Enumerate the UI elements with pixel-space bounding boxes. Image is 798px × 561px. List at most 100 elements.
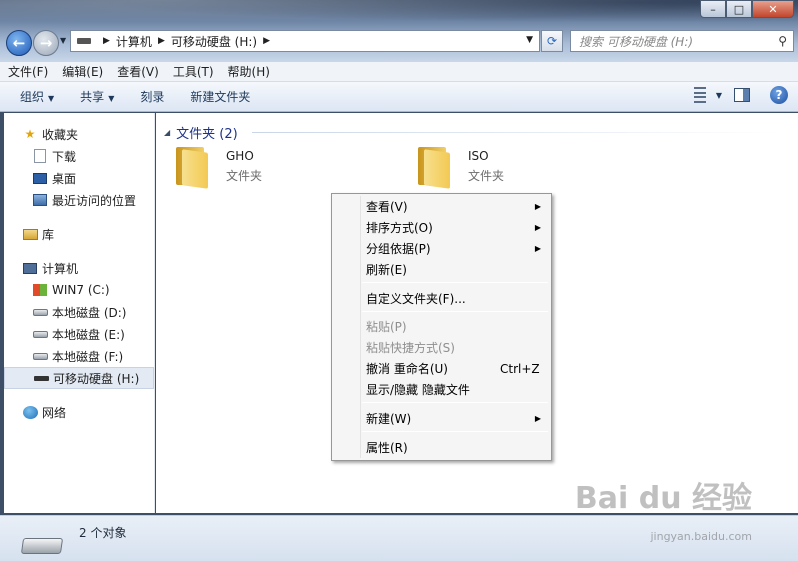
sidebar-item-drive-f[interactable]: 本地磁盘 (F:) [4,345,154,367]
close-button[interactable]: ✕ [752,0,794,18]
menu-help[interactable]: 帮助(H) [228,63,270,80]
menu-item-sort-by[interactable]: 排序方式(O) ▶ [334,217,549,238]
sidebar-item-favorites[interactable]: ★ 收藏夹 [4,123,154,145]
sidebar-item-libraries[interactable]: 库 [4,223,154,245]
menu-item-undo-rename[interactable]: 撤消 重命名(U) Ctrl+Z [334,358,549,379]
sidebar-item-label: 桌面 [52,171,77,186]
collapse-triangle-icon[interactable]: ◢ [164,128,170,137]
sidebar-item-label: 最近访问的位置 [52,193,137,208]
library-icon [22,227,38,241]
menu-item-customize-folder[interactable]: 自定义文件夹(F)... [334,288,549,309]
sidebar-item-desktop[interactable]: 桌面 [4,167,154,189]
context-menu: 查看(V) ▶ 排序方式(O) ▶ 分组依据(P) ▶ 刷新(E) 自定义文件夹(F)… [331,193,552,461]
folder-item-gho[interactable]: GHO 文件夹 [174,147,263,189]
sidebar-item-computer[interactable]: 计算机 [4,257,154,279]
sidebar-item-downloads[interactable]: 下载 [4,145,154,167]
sidebar-item-label: 本地磁盘 (F:) [52,349,124,364]
menu-item-new[interactable]: 新建(W) ▶ [334,408,549,429]
menu-item-paste: 粘贴(P) [366,320,407,334]
recent-places-icon [32,193,48,207]
shortcut-label: Ctrl+Z [500,361,540,376]
sidebar-item-label: 可移动硬盘 (H:) [53,371,140,386]
menu-edit[interactable]: 编辑(E) [62,63,103,80]
menu-separator [362,282,548,283]
submenu-arrow-icon: ▶ [534,223,541,232]
arrow-left-icon: ← [12,34,26,52]
organize-label: 组织 [20,90,45,104]
refresh-button[interactable]: ⟳ [541,30,563,52]
watermark-url: jingyan.baidu.com [650,530,752,543]
sidebar-item-drive-d[interactable]: 本地磁盘 (D:) [4,301,154,323]
folder-item-iso[interactable]: ISO 文件夹 [416,147,504,189]
menu-item-paste-shortcut: 粘贴快捷方式(S) [366,341,455,355]
sidebar-item-network[interactable]: 网络 [4,401,154,423]
new-folder-button[interactable]: 新建文件夹 [190,88,250,105]
submenu-arrow-icon: ▶ [534,414,541,423]
chevron-down-icon: ▼ [48,94,55,103]
sidebar-item-label: 本地磁盘 (D:) [52,305,127,320]
menu-item-view[interactable]: 查看(V) ▶ [334,196,549,217]
menu-item-label: 排序方式(O) [366,221,433,235]
desktop-icon [32,171,48,185]
menu-item-show-hidden[interactable]: 显示/隐藏 隐藏文件 [334,379,549,400]
view-dropdown-icon[interactable]: ▼ [716,91,722,100]
recent-pages-dropdown[interactable]: ▼ [60,36,66,45]
menu-separator [362,311,548,312]
breadcrumb-removable-drive[interactable]: 可移动硬盘 (H:) [171,33,257,50]
hard-drive-icon [32,349,48,363]
refresh-icon: ⟳ [546,34,558,48]
sidebar-item-drive-h[interactable]: 可移动硬盘 (H:) [4,367,154,389]
share-button[interactable]: 共享 ▼ [80,88,114,105]
sidebar-item-drive-e[interactable]: 本地磁盘 (E:) [4,323,154,345]
back-button[interactable]: ← [6,30,32,56]
search-icon[interactable]: ⚲ [778,34,787,48]
burn-button[interactable]: 刻录 [140,88,164,105]
breadcrumb-separator-icon[interactable]: ▶ [103,36,110,46]
arrow-right-icon: → [39,34,53,52]
window-controls: – □ ✕ [700,0,794,18]
sidebar-item-label: WIN7 (C:) [52,283,110,297]
breadcrumb-separator-icon[interactable]: ▶ [263,36,270,46]
share-label: 共享 [80,90,105,104]
navigation-pane: ★ 收藏夹 下载 桌面 最近访问的位置 库 计算机 WIN7 (C:) 本地磁盘… [4,113,155,513]
group-header-folders[interactable]: ◢ 文件夹 (2) [164,123,238,142]
menu-item-label: 撤消 重命名(U) [366,362,448,376]
toolbar-right: ▼ ? [690,86,788,104]
removable-drive-icon [33,371,49,385]
folder-icon [416,147,450,189]
preview-pane-icon[interactable] [734,88,750,102]
forward-button[interactable]: → [33,30,59,56]
menu-item-refresh[interactable]: 刷新(E) [334,259,549,280]
breadcrumb-separator-icon[interactable]: ▶ [158,36,165,46]
search-input[interactable]: 搜索 可移动硬盘 (H:) ⚲ [570,30,794,52]
watermark-logo: Bai du 经验 [574,481,752,516]
hard-drive-icon [32,305,48,319]
menu-view[interactable]: 查看(V) [117,63,159,80]
sidebar-item-label: 下载 [52,149,77,164]
maximize-button[interactable]: □ [726,0,752,18]
chevron-down-icon: ▼ [108,94,115,103]
sidebar-item-label: 网络 [42,405,67,420]
menu-tools[interactable]: 工具(T) [173,63,214,80]
sidebar-item-recent-places[interactable]: 最近访问的位置 [4,189,154,211]
sidebar-item-drive-c[interactable]: WIN7 (C:) [4,279,154,301]
menu-bar: 文件(F) 编辑(E) 查看(V) 工具(T) 帮助(H) [0,62,798,82]
help-icon[interactable]: ? [770,86,788,104]
computer-icon [22,261,38,275]
organize-button[interactable]: 组织 ▼ [20,88,54,105]
folder-name: GHO [226,149,254,163]
network-icon [22,405,38,419]
sidebar-item-label: 收藏夹 [42,127,79,142]
menu-item-properties[interactable]: 属性(R) [334,437,549,458]
folder-type: 文件夹 [226,169,263,183]
change-view-icon[interactable] [690,87,710,103]
address-dropdown-icon[interactable]: ▼ [526,35,533,45]
menu-file[interactable]: 文件(F) [8,63,48,80]
breadcrumb-computer[interactable]: 计算机 [116,33,152,50]
sidebar-item-label: 计算机 [42,261,79,276]
address-bar[interactable]: ▶ 计算机 ▶ 可移动硬盘 (H:) ▶ ▼ [70,30,540,52]
menu-item-group-by[interactable]: 分组依据(P) ▶ [334,238,549,259]
menu-item-label: 新建(W) [366,412,412,426]
submenu-arrow-icon: ▶ [534,244,541,253]
minimize-button[interactable]: – [700,0,726,18]
